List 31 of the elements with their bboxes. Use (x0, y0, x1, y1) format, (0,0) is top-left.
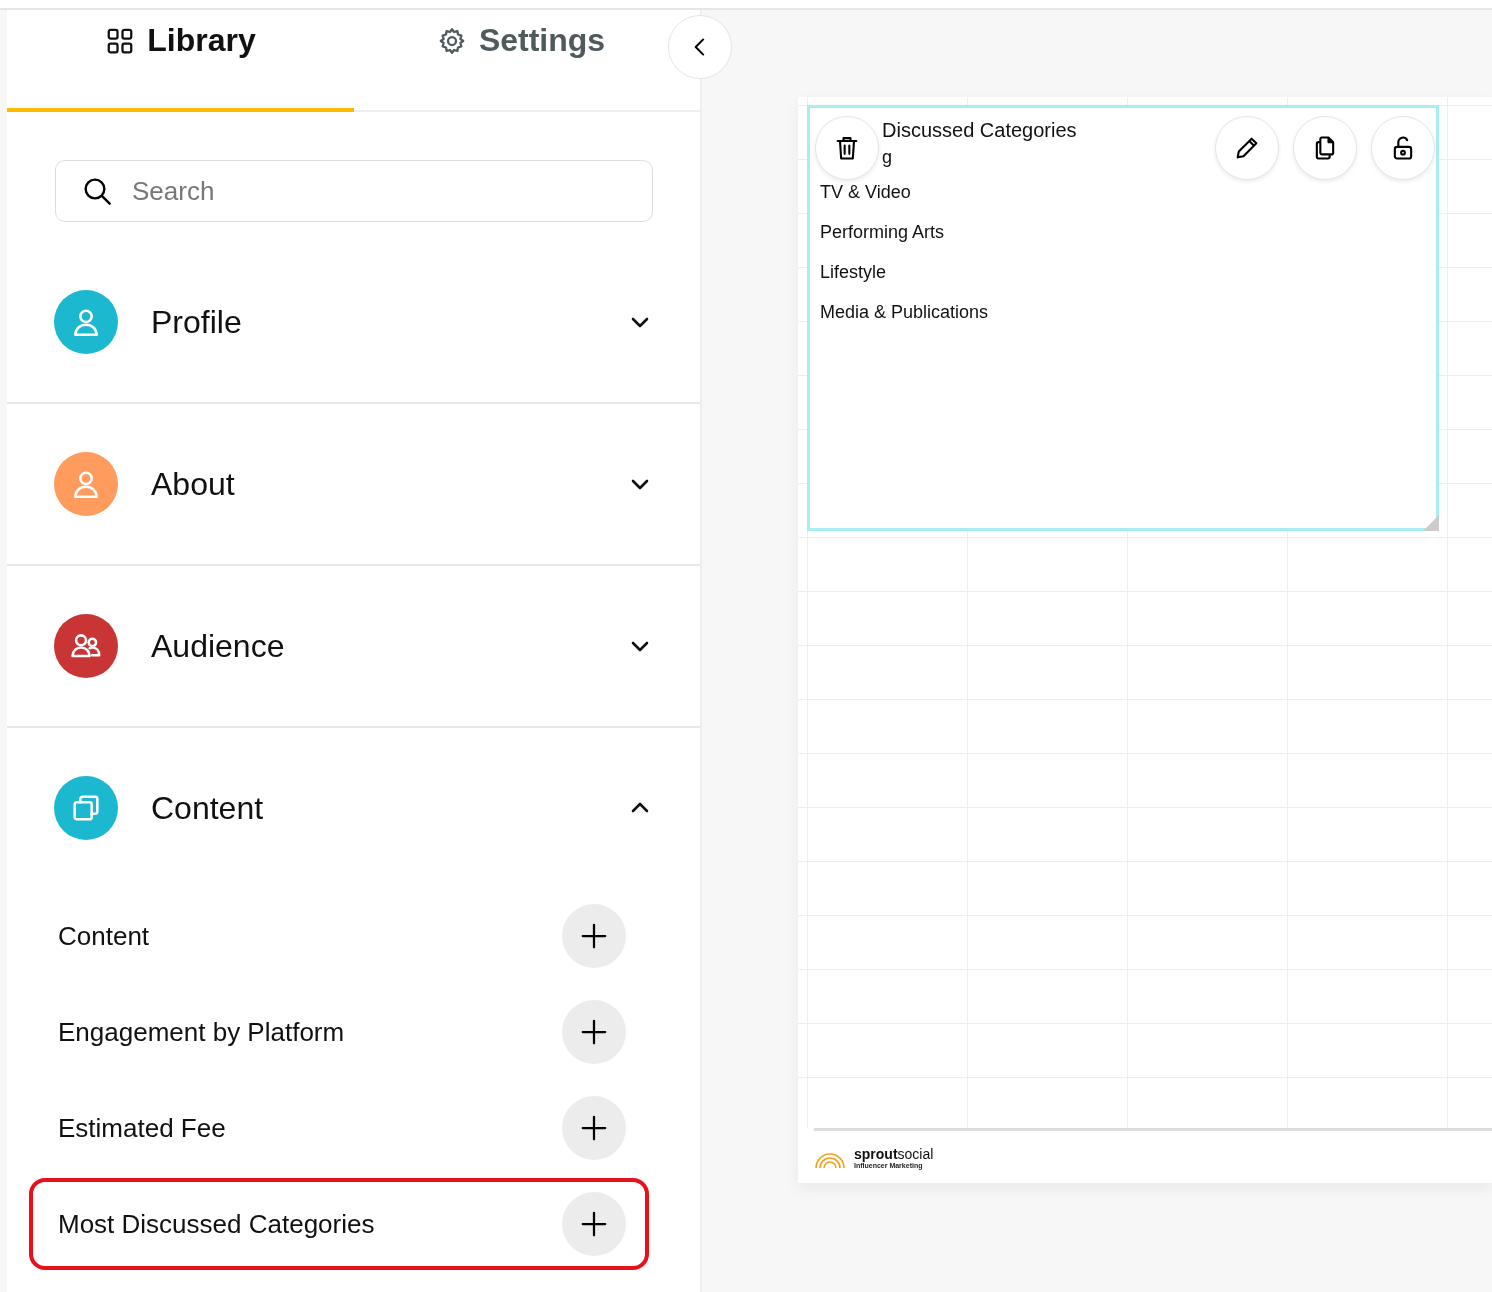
section-header[interactable]: Audience (7, 566, 700, 726)
item-label: Most Discussed Categories (58, 1208, 375, 1240)
widget-title: Discussed Categories (882, 118, 1077, 142)
brand-name: sproutsocial (854, 1145, 934, 1162)
item-label: Engagement by Platform (58, 1016, 345, 1048)
plus-icon (579, 921, 609, 951)
section-header[interactable]: About (7, 404, 700, 564)
section-title: Profile (151, 303, 243, 341)
resize-handle[interactable] (1423, 515, 1439, 531)
edit-button[interactable] (1215, 116, 1279, 180)
category-text: Media & Publications (820, 301, 989, 324)
tab[interactable]: Settings (354, 10, 654, 112)
category-text: g (882, 146, 892, 169)
duplicate-button[interactable] (1293, 116, 1357, 180)
category-text: Performing Arts (820, 221, 945, 244)
section-header[interactable]: Content (7, 728, 700, 888)
plus-icon (579, 1113, 609, 1143)
section-header[interactable]: Profile (7, 242, 700, 402)
item-label: Estimated Fee (58, 1112, 226, 1144)
tab[interactable]: Library (7, 10, 354, 112)
plus-icon (579, 1017, 609, 1047)
section-title: About (151, 465, 236, 503)
category-text: TV & Video (820, 181, 911, 204)
unlock-button[interactable] (1371, 116, 1435, 180)
delete-button[interactable] (815, 116, 879, 180)
section-title: Content (151, 789, 265, 827)
plus-icon (579, 1209, 609, 1239)
item-label: Content (58, 920, 150, 952)
category-text: Lifestyle (820, 261, 887, 284)
search-field[interactable]: Search (55, 160, 653, 222)
section-title: Audience (151, 627, 286, 665)
